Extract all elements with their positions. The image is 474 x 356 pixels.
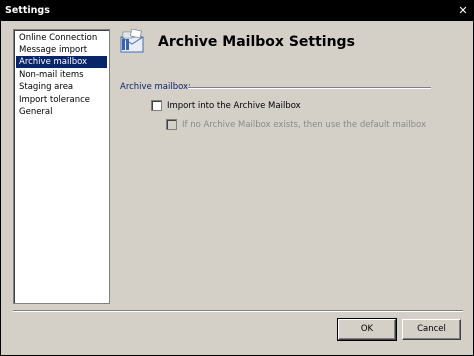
archive-mailbox-icon: [119, 28, 147, 55]
import-archive-mailbox-label[interactable]: Import into the Archive Mailbox: [167, 101, 301, 111]
nav-item-staging-area[interactable]: Staging area: [16, 81, 107, 93]
nav-item-general[interactable]: General: [16, 106, 107, 118]
page-title: Archive Mailbox Settings: [158, 34, 355, 50]
window-title: Settings: [5, 5, 50, 16]
settings-dialog: Settings ✕ Online Connection Message imp…: [0, 0, 474, 356]
close-icon[interactable]: ✕: [457, 5, 469, 17]
nav-item-online-connection[interactable]: Online Connection: [16, 32, 107, 44]
import-archive-mailbox-checkbox[interactable]: [151, 100, 162, 111]
settings-nav-list[interactable]: Online Connection Message import Archive…: [13, 29, 110, 304]
nav-item-archive-mailbox[interactable]: Archive mailbox: [16, 56, 107, 68]
section-label-archive-mailbox: Archive mailbox:: [120, 82, 191, 92]
ok-button[interactable]: OK: [337, 318, 397, 341]
cancel-button[interactable]: Cancel: [402, 319, 461, 340]
use-default-mailbox-checkbox[interactable]: [166, 119, 177, 130]
section-divider: [188, 87, 431, 89]
nav-item-non-mail-items[interactable]: Non-mail items: [16, 69, 107, 81]
title-bar[interactable]: Settings ✕: [1, 1, 473, 21]
use-default-mailbox-label[interactable]: If no Archive Mailbox exists, then use t…: [182, 120, 426, 130]
nav-item-import-tolerance[interactable]: Import tolerance: [16, 94, 107, 106]
nav-item-message-import[interactable]: Message import: [16, 44, 107, 56]
footer-divider: [13, 310, 463, 312]
